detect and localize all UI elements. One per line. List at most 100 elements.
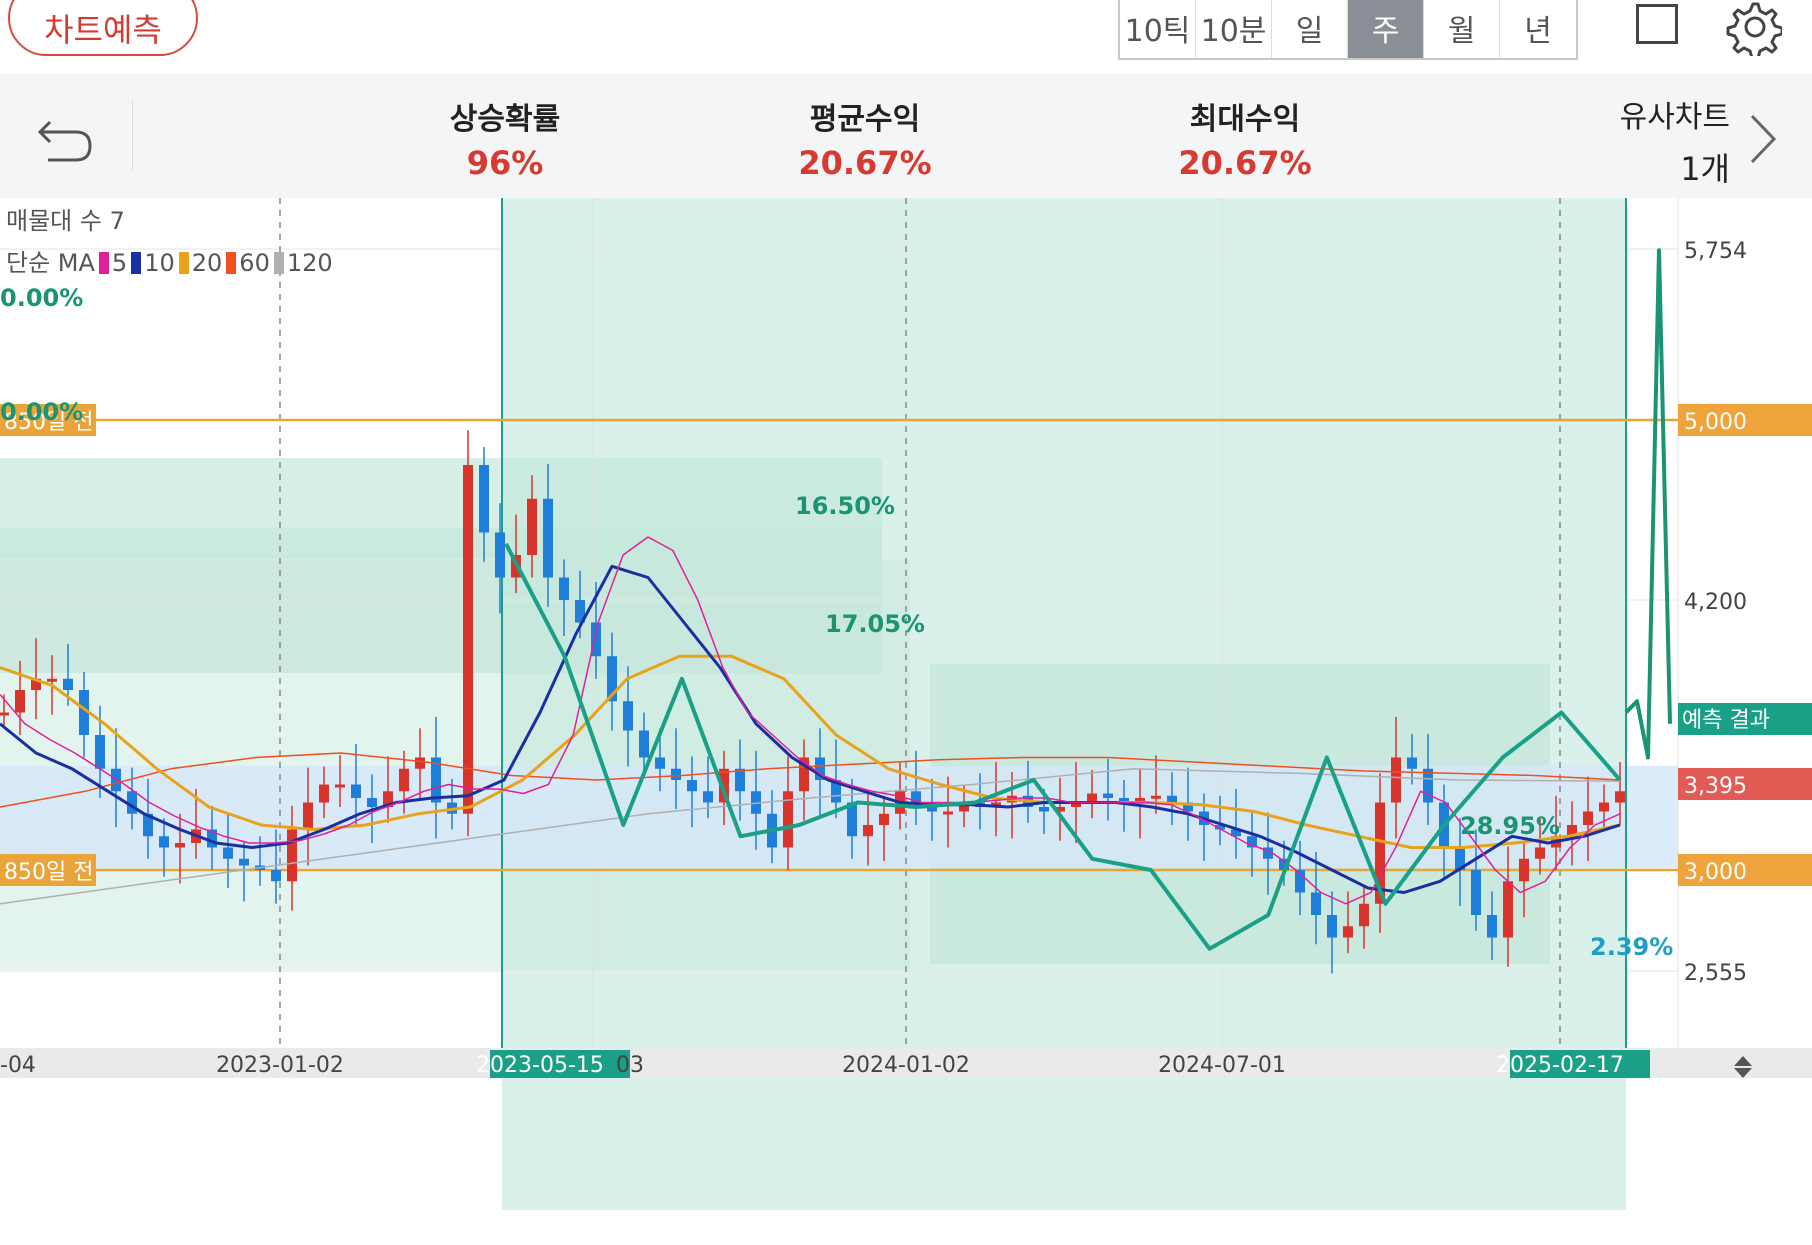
candle <box>95 735 105 769</box>
tab-period-5[interactable]: 년 <box>1500 0 1576 58</box>
volume-profile-label: 매물대 수 7 <box>6 207 125 235</box>
candle <box>63 678 73 690</box>
candle <box>463 465 473 814</box>
tab-period-0[interactable]: 10틱 <box>1120 0 1196 58</box>
zone-box <box>0 560 910 970</box>
candle <box>399 768 409 792</box>
tab-period-2[interactable]: 일 <box>1272 0 1348 58</box>
zone-label: 0.00% <box>0 284 83 312</box>
zone-label: 2.39% <box>1590 933 1673 961</box>
current-price-label: 3,395 <box>1684 774 1747 799</box>
price-chart[interactable]: 850일 전 5,000850일 전 3,0000.00%0.00%16.50%17… <box>0 198 1812 1245</box>
ma-swatch <box>273 252 284 274</box>
price-tick: 5,754 <box>1684 239 1747 264</box>
max-return-value: 20.67% <box>1178 144 1312 182</box>
candle <box>623 701 633 731</box>
candle <box>159 836 169 848</box>
top-bar: 차트예측 10틱 10분 일 주 월 년 <box>0 0 1812 72</box>
candle <box>1103 793 1113 798</box>
ma-period-label: 10 <box>144 249 175 277</box>
zone-box <box>0 458 882 558</box>
price-tag-label: 3,000 <box>1684 860 1747 885</box>
rise-probability-value: 96% <box>466 144 544 182</box>
chevron-right-icon[interactable] <box>1746 112 1780 166</box>
max-return-label: 최대수익 <box>1189 102 1301 137</box>
candle <box>879 813 889 825</box>
candle <box>1487 915 1497 938</box>
avg-return-label: 평균수익 <box>809 102 921 137</box>
similar-charts-value: 1개 <box>1680 150 1730 188</box>
ma-period-label: 5 <box>111 249 128 277</box>
candle <box>15 690 25 713</box>
candle <box>735 768 745 792</box>
candle <box>223 847 233 859</box>
candle <box>351 784 361 798</box>
back-icon[interactable] <box>36 108 96 164</box>
avg-return-value: 20.67% <box>798 144 932 182</box>
date-tick: 2023-05-15 <box>476 1053 604 1078</box>
divider <box>132 100 133 170</box>
date-tick: -04 <box>0 1053 36 1078</box>
ma-period-label: 20 <box>191 249 223 277</box>
price-tag-label: 5,000 <box>1684 410 1747 435</box>
fullscreen-icon[interactable] <box>1636 4 1678 44</box>
price-tick: 2,555 <box>1684 961 1747 986</box>
stats-bar: 상승확률 96% 평균수익 20.67% 최대수익 20.67% 유사차트 1개 <box>0 74 1812 198</box>
candle <box>559 577 569 600</box>
ma-swatch <box>98 252 109 274</box>
chart-predict-button[interactable]: 차트예측 <box>8 0 198 56</box>
candle <box>1151 795 1161 799</box>
candle <box>671 768 681 780</box>
candle <box>1615 791 1625 803</box>
candle <box>1503 881 1513 938</box>
date-tick: 2024-07-01 <box>1158 1053 1286 1078</box>
rise-probability: 상승확률 96% <box>400 94 610 182</box>
gear-icon[interactable] <box>1724 0 1782 56</box>
candle <box>639 730 649 758</box>
ma-swatch <box>131 252 142 274</box>
ma-title: 단순 MA <box>6 249 95 277</box>
zone-label: 0.00% <box>0 398 83 426</box>
candle <box>1327 915 1337 938</box>
similar-charts-label: 유사차트 <box>1619 100 1730 135</box>
candle <box>175 843 185 848</box>
candle <box>319 784 329 803</box>
tab-period-1[interactable]: 10분 <box>1196 0 1272 58</box>
candle <box>1423 768 1433 803</box>
ma-legend: 단순 MA 5 10 20 60 120 <box>6 242 333 284</box>
date-tick: 03 <box>616 1053 644 1078</box>
candle <box>1583 811 1593 825</box>
ma-period-label: 60 <box>239 249 270 277</box>
period-selector: 10틱 10분 일 주 월 년 <box>1118 0 1578 60</box>
candle <box>287 829 297 882</box>
date-tick: 2024-01-02 <box>842 1053 970 1078</box>
candle <box>0 712 9 716</box>
price-tick: 4,200 <box>1684 590 1747 615</box>
ma-period-label: 120 <box>286 249 333 277</box>
avg-return: 평균수익 20.67% <box>760 94 970 182</box>
candle <box>367 798 377 807</box>
candle <box>687 780 697 792</box>
candle <box>335 784 345 788</box>
candle <box>303 802 313 830</box>
date-tick: 2025-02-17 <box>1496 1053 1624 1078</box>
tab-period-4[interactable]: 월 <box>1424 0 1500 58</box>
candle <box>1311 892 1321 915</box>
similar-charts[interactable]: 유사차트 1개 <box>1590 92 1730 190</box>
candle <box>1343 926 1353 938</box>
candle <box>271 870 281 882</box>
date-tick: 2023-01-02 <box>216 1053 344 1078</box>
zone-label: 16.50% <box>795 492 895 520</box>
candle <box>1519 858 1529 882</box>
candle <box>863 825 873 837</box>
candle <box>111 768 121 792</box>
candle <box>703 791 713 803</box>
tab-period-3[interactable]: 주 <box>1348 0 1424 58</box>
candle <box>1599 802 1609 812</box>
candle <box>1359 903 1369 927</box>
chart-legend: 매물대 수 7 단순 MA 5 10 20 60 120 <box>6 200 333 284</box>
prediction-label: 예측 결과 <box>1682 708 1770 733</box>
candle <box>1471 870 1481 915</box>
candle <box>655 757 665 769</box>
zone-label: 17.05% <box>825 610 925 638</box>
